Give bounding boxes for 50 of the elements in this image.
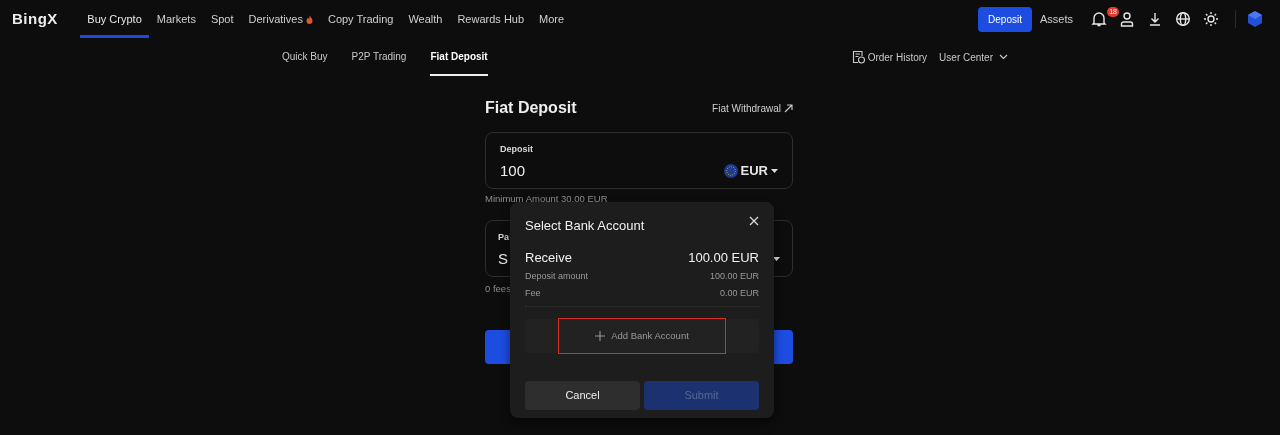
tab[interactable]: Quick Buy [282, 38, 328, 76]
detail-value: 100.00 EUR [709, 270, 759, 283]
nav-link[interactable]: Wealth [400, 0, 450, 38]
deposit-button[interactable]: Deposit [978, 6, 1032, 32]
minimum-note: Minimum Amount 30.00 EUR [485, 193, 608, 204]
logo[interactable]: BingX [12, 7, 58, 31]
field-label: Pa [498, 231, 510, 244]
download-icon[interactable] [1147, 11, 1163, 27]
bell-icon[interactable] [1091, 11, 1107, 27]
tab[interactable]: Fiat Deposit [430, 38, 488, 76]
tab[interactable]: P2P Trading [351, 38, 407, 76]
chevron-down-icon [999, 54, 1008, 60]
currency-selector[interactable]: EUR [723, 161, 778, 181]
order-history-link[interactable]: Order History [851, 49, 928, 65]
detail-value: 0.00 EUR [719, 286, 759, 300]
dialog-title: Select Bank Account [525, 217, 645, 235]
nav-link[interactable]: Rewards Hub [449, 0, 532, 38]
detail-label: Fee [525, 286, 541, 300]
fees-note: 0 fees [485, 283, 511, 294]
detail-label: Deposit amount [525, 270, 589, 283]
assets-link[interactable]: Assets [1040, 10, 1073, 28]
nav-link[interactable]: Buy Crypto [79, 0, 150, 38]
close-icon[interactable] [749, 216, 759, 226]
link-label: Order History [867, 50, 928, 65]
caret-down-icon [771, 168, 778, 173]
nav-link[interactable]: More [531, 0, 572, 38]
amount-value: 100 [500, 160, 526, 181]
arrow-up-right-icon [784, 103, 793, 113]
avatar-icon[interactable] [1246, 10, 1264, 28]
receive-amount: 100.00 EUR [688, 248, 759, 267]
amount-field[interactable]: Deposit 100 EUR [485, 132, 793, 189]
user-center-menu[interactable]: User Center [939, 49, 1008, 65]
add-bank-button[interactable]: Add Bank Account [558, 318, 726, 354]
flag-icon [723, 163, 738, 178]
withdrawal-link[interactable]: Fiat Withdrawal [712, 100, 793, 116]
plus-icon [595, 331, 606, 341]
page-title: Fiat Deposit [485, 98, 577, 118]
nav-link[interactable]: Derivatives [241, 0, 321, 38]
payment-value: S [498, 248, 508, 269]
person-icon[interactable] [1119, 11, 1135, 27]
nav-link[interactable]: Copy Trading [320, 0, 401, 38]
document-clock-icon [851, 50, 865, 64]
caret-down-icon [773, 256, 780, 261]
nav-link[interactable]: Spot [203, 0, 242, 38]
nav-link[interactable]: Markets [149, 0, 204, 38]
globe-icon[interactable] [1175, 11, 1191, 27]
sun-icon[interactable] [1203, 11, 1219, 27]
cancel-button[interactable]: Cancel [525, 381, 640, 410]
receive-label: Receive [525, 248, 572, 267]
field-label: Deposit [500, 143, 534, 156]
